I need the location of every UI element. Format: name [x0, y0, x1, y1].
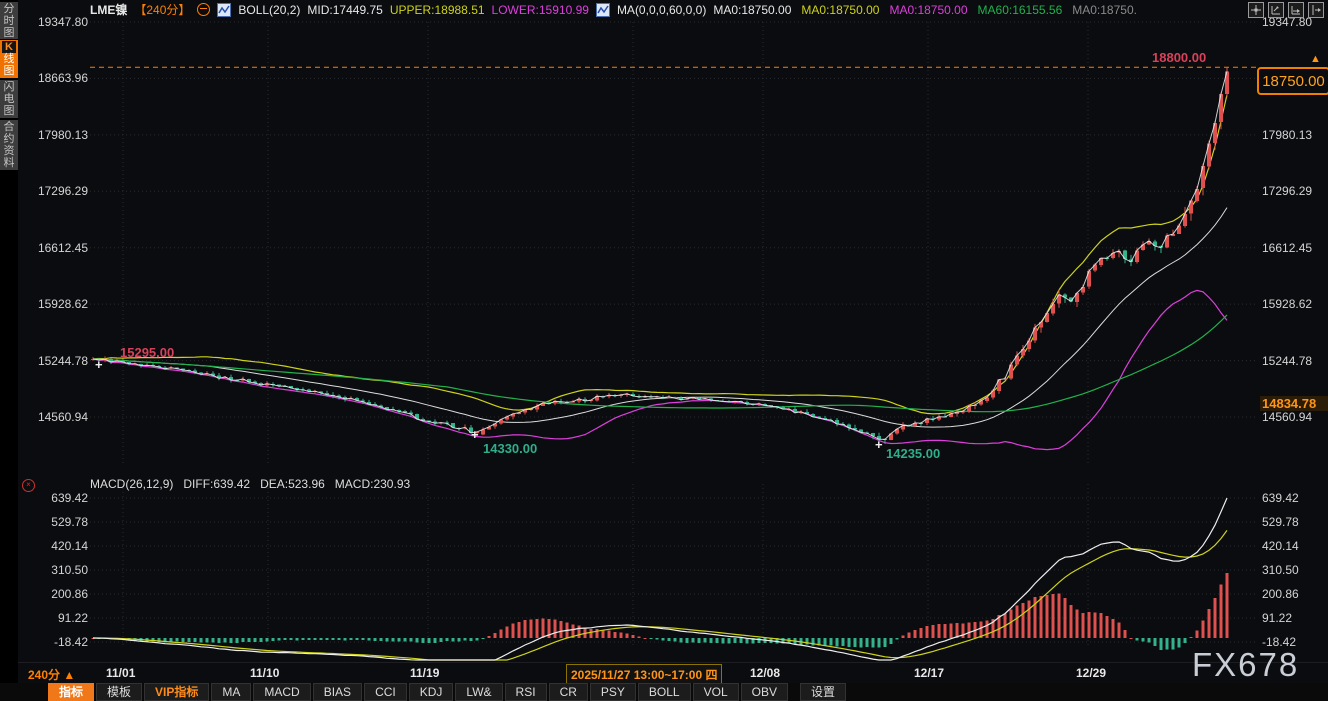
toolbar-item-ma[interactable]: MA	[211, 683, 251, 701]
price-tick-left: 14560.94	[22, 410, 88, 424]
low2-cross-marker: +	[875, 440, 883, 450]
price-tick-left: 18663.96	[22, 71, 88, 85]
toolbar-item-bias[interactable]: BIAS	[313, 683, 362, 701]
ma-indicator-icon[interactable]	[596, 3, 610, 17]
price-up-arrow-icon: ▲	[1310, 53, 1321, 65]
tick-date: 12/08	[750, 666, 780, 680]
price-tick-left: 16612.45	[22, 241, 88, 255]
tab-contract-info[interactable]: 合约资料	[0, 120, 18, 170]
tick-date: 11/01	[106, 666, 135, 680]
price-tick-right: 14560.94	[1262, 410, 1328, 424]
toolbar-item-vip-indicators[interactable]: VIP指标	[144, 683, 209, 701]
ma-value-0: MA0:18750.00	[713, 3, 791, 17]
last-trade-price-label: 14834.78	[1260, 396, 1328, 411]
macd-tick-right: 420.14	[1262, 539, 1328, 553]
price-tick-right: 17296.29	[1262, 184, 1328, 198]
time-axis: 240分 ▲ 11/01 11/10 11/19 2025/11/27 13:0…	[0, 662, 1328, 684]
toolbar-item-kdj[interactable]: KDJ	[409, 683, 454, 701]
macd-dea-value: DEA:523.96	[260, 477, 325, 491]
macd-diff-value: DIFF:639.42	[183, 477, 250, 491]
watermark: FX678	[1192, 646, 1299, 684]
macd-tick-right: 91.22	[1262, 611, 1328, 625]
macd-params-label: MACD(26,12,9)	[90, 477, 173, 491]
tick-date: 11/19	[410, 666, 439, 680]
charting-app-window: 分时图K线图闪电图合约资料 LME镍 【240分】 BOLL(20,2) MID…	[0, 0, 1328, 701]
toolbar-item-boll[interactable]: BOLL	[638, 683, 691, 701]
macd-tick-left: 639.42	[22, 491, 88, 505]
price-tick-left: 19347.80	[22, 15, 88, 29]
tick-date: 12/29	[1076, 666, 1106, 680]
low1-label: 14330.00	[483, 441, 537, 456]
low2-label: 14235.00	[886, 446, 940, 461]
toolbar-item-cr[interactable]: CR	[549, 683, 588, 701]
toolbar-item-rsi[interactable]: RSI	[505, 683, 547, 701]
macd-tick-right: 200.86	[1262, 587, 1328, 601]
exit-fullscreen-icon[interactable]	[1308, 2, 1324, 18]
ma-params-label: MA(0,0,0,60,0,0)	[617, 3, 706, 17]
tab-time-chart[interactable]: 分时图	[0, 2, 18, 39]
indicator-pane-icon[interactable]: ×	[22, 479, 35, 492]
tick-date: 12/17	[914, 666, 944, 680]
tab-kline-chart[interactable]: K线图	[0, 40, 18, 78]
scale-axis-right-icon[interactable]	[1288, 2, 1304, 18]
toolbar-item-macd[interactable]: MACD	[253, 683, 310, 701]
toolbar-item-cci[interactable]: CCI	[364, 683, 407, 701]
period-dropdown[interactable]: 240分 ▲	[28, 666, 75, 683]
indicator-toolbar: 指标模板VIP指标MAMACDBIASCCIKDJLW&RSICRPSYBOLL…	[0, 683, 1328, 701]
macd-tick-left: 91.22	[22, 611, 88, 625]
boll-indicator-icon[interactable]	[217, 3, 231, 17]
macd-tick-left: 310.50	[22, 563, 88, 577]
macd-tick-right: 310.50	[1262, 563, 1328, 577]
left-high-label: 15295.00	[120, 345, 174, 360]
price-tick-left: 17296.29	[22, 184, 88, 198]
boll-lower-value: LOWER:15910.99	[492, 3, 589, 17]
boll-mid-value: MID:17449.75	[307, 3, 382, 17]
ma-value-3: MA60:16155.56	[978, 3, 1063, 17]
price-tick-right: 15244.78	[1262, 354, 1328, 368]
macd-tick-left: 420.14	[22, 539, 88, 553]
collapse-icon[interactable]	[197, 3, 210, 16]
ma-value-4: MA0:18750.	[1072, 3, 1137, 17]
boll-label: BOLL(20,2)	[238, 3, 300, 17]
chart-window-controls	[1248, 2, 1324, 18]
macd-macd-value: MACD:230.93	[335, 477, 410, 491]
price-tick-left: 15928.62	[22, 297, 88, 311]
boll-upper-value: UPPER:18988.51	[390, 3, 485, 17]
macd-header: MACD(26,12,9) DIFF:639.42 DEA:523.96 MAC…	[90, 477, 410, 491]
high-marker-label: 18800.00	[1152, 50, 1206, 65]
left-tab-sidebar: 分时图K线图闪电图合约资料	[0, 0, 18, 701]
scale-axis-left-icon[interactable]	[1268, 2, 1284, 18]
price-tick-right: 16612.45	[1262, 241, 1328, 255]
macd-tick-left: 529.78	[22, 515, 88, 529]
price-tick-left: 15244.78	[22, 354, 88, 368]
high-cross-marker: +	[95, 360, 103, 370]
symbol-name: LME镍	[90, 1, 127, 18]
toolbar-item-psy[interactable]: PSY	[590, 683, 636, 701]
macd-tick-right: 639.42	[1262, 491, 1328, 505]
current-price-box: 18750.00	[1257, 67, 1328, 95]
ma-value-1: MA0:18750.00	[801, 3, 879, 17]
low1-cross-marker: +	[471, 430, 479, 440]
toolbar-item-lwr[interactable]: LW&	[455, 683, 502, 701]
tab-flash-chart[interactable]: 闪电图	[0, 80, 18, 118]
ma-values: MA0:18750.00 MA0:18750.00 MA0:18750.00 MA60…	[713, 3, 1137, 17]
price-tick-right: 17980.13	[1262, 128, 1328, 142]
macd-tick-left: 200.86	[22, 587, 88, 601]
toolbar-item-templates[interactable]: 模板	[96, 683, 142, 701]
selected-bar-datetime: 2025/11/27 13:00~17:00 四	[566, 664, 722, 685]
chart-canvas[interactable]	[90, 18, 1258, 664]
macd-tick-right: 529.78	[1262, 515, 1328, 529]
toolbar-item-obv[interactable]: OBV	[741, 683, 788, 701]
chart-header: LME镍 【240分】 BOLL(20,2) MID:17449.75 UPPE…	[90, 2, 1137, 17]
toolbar-item-indicators[interactable]: 指标	[48, 683, 94, 701]
ma-value-2: MA0:18750.00	[889, 3, 967, 17]
price-tick-left: 17980.13	[22, 128, 88, 142]
macd-tick-left: -18.42	[22, 635, 88, 649]
toolbar-item-vol[interactable]: VOL	[693, 683, 739, 701]
move-tool-icon[interactable]	[1248, 2, 1264, 18]
price-tick-right: 15928.62	[1262, 297, 1328, 311]
toolbar-item-settings[interactable]: 设置	[800, 683, 846, 701]
period-label[interactable]: 【240分】	[134, 1, 190, 18]
tick-date: 11/10	[250, 666, 279, 680]
